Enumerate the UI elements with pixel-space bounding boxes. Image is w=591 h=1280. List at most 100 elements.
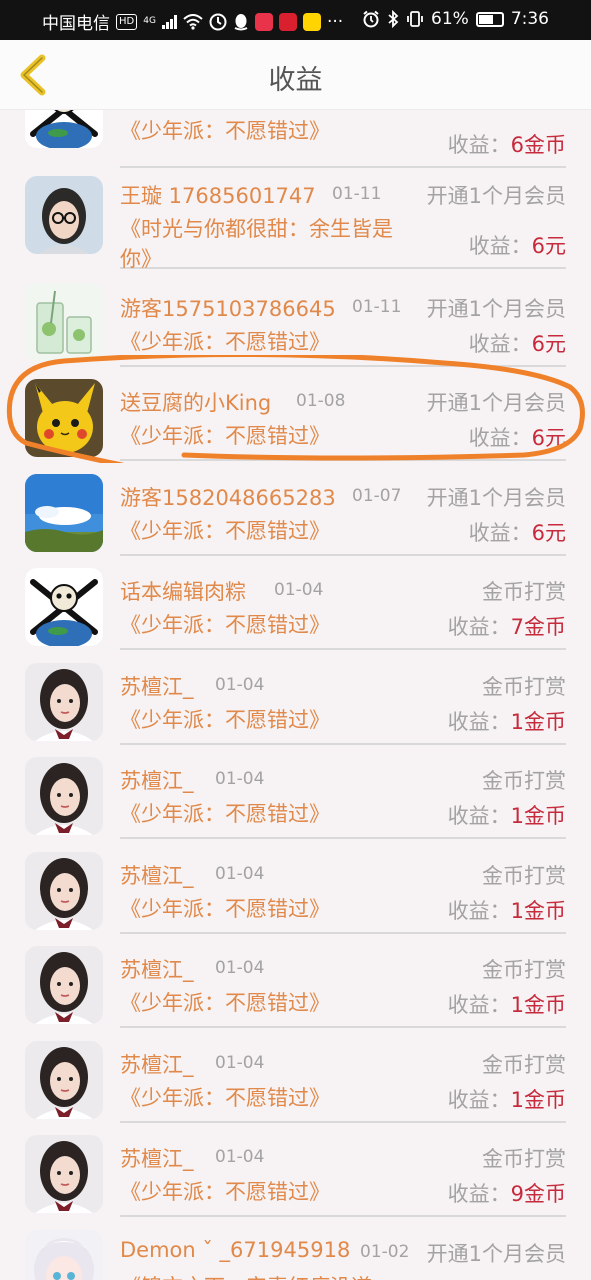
battery-icon	[475, 11, 504, 27]
sky-avatar-image	[25, 474, 103, 552]
earnings-value: 1金币	[510, 993, 566, 1017]
record-date: 01-04	[215, 769, 265, 789]
earnings: 收益：6元	[469, 517, 566, 547]
earnings: 收益：1金币	[448, 800, 566, 830]
user-name: 游客1582048665283	[120, 486, 336, 510]
book-title: 《少年派：不愿错过》	[120, 897, 330, 921]
record-date: 01-04	[215, 1147, 265, 1167]
earnings-value: 6元	[531, 332, 566, 356]
list-item[interactable]: 苏檀江_ 01-04 金币打赏 《少年派：不愿错过》 收益：1金币	[0, 1037, 591, 1123]
list-item[interactable]: Demon ˇ _671945918 01-02 开通1个月会员 《锦衣之下：安…	[0, 1226, 591, 1280]
book-title: 《少年派：不愿错过》	[120, 1180, 330, 1204]
record-content: 话本编辑肉粽 01-04 金币打赏 《少年派：不愿错过》 收益：7金币	[120, 564, 566, 650]
avatar	[25, 1230, 103, 1280]
avatar	[25, 852, 103, 930]
record-date: 01-07	[352, 486, 402, 506]
earnings: 收益：1金币	[448, 706, 566, 736]
app-icon	[278, 12, 297, 31]
earnings-label: 收益：	[447, 899, 511, 923]
earnings-label: 收益：	[468, 234, 532, 258]
avatar	[25, 110, 103, 148]
book-title: 《锦衣之下：安素红瘦没道	[120, 1272, 372, 1280]
record-type: 金币打赏	[482, 769, 566, 793]
earnings-value: 1金币	[510, 1088, 566, 1112]
record-date: 01-04	[215, 1053, 265, 1073]
record-type: 开通1个月会员	[426, 1242, 566, 1266]
list-item[interactable]: 游客1575103786645 01-11 开通1个月会员 《少年派：不愿错过》…	[0, 281, 591, 367]
earnings-label: 收益：	[447, 133, 511, 157]
earnings: 收益：6金币	[448, 129, 566, 159]
list-item[interactable]: 话本编辑肉粽 01-04 金币打赏 《少年派：不愿错过》 收益：7金币	[0, 564, 591, 650]
earnings: 收益：1金币	[448, 1084, 566, 1114]
vibrate-icon	[407, 11, 423, 27]
list-item[interactable]: 《少年派：不愿错过》 收益：6金币	[0, 110, 591, 168]
app-icon	[254, 12, 273, 31]
girl-portrait-avatar-image	[25, 663, 103, 741]
book-title: 《少年派：不愿错过》	[120, 424, 330, 448]
chat-icon	[302, 12, 321, 31]
earnings: 收益：6元	[469, 328, 566, 358]
record-content: Demon ˇ _671945918 01-02 开通1个月会员 《锦衣之下：安…	[120, 1226, 566, 1280]
avatar	[25, 757, 103, 835]
record-date: 01-04	[215, 958, 265, 978]
list-item[interactable]: 游客1582048665283 01-07 开通1个月会员 《少年派：不愿错过》…	[0, 470, 591, 556]
avatar	[25, 176, 103, 254]
record-content: 苏檀江_ 01-04 金币打赏 《少年派：不愿错过》 收益：1金币	[120, 848, 566, 934]
earnings: 收益：7金币	[448, 611, 566, 641]
signal-icon	[161, 14, 177, 29]
record-type: 开通1个月会员	[426, 486, 566, 510]
list-item[interactable]: 苏檀江_ 01-04 金币打赏 《少年派：不愿错过》 收益：1金币	[0, 659, 591, 745]
user-name: 苏檀江_	[120, 1053, 194, 1077]
nav-bar: 收益	[0, 40, 591, 110]
book-title: 《少年派：不愿错过》	[120, 1086, 330, 1110]
girl-portrait-avatar-image	[25, 1041, 103, 1119]
earnings-value: 9金币	[510, 1182, 566, 1206]
record-content: 苏檀江_ 01-04 金币打赏 《少年派：不愿错过》 收益：1金币	[120, 659, 566, 745]
record-content: 王璇 17685601747 01-11 开通1个月会员 《时光与你都很甜：余生…	[120, 168, 566, 271]
hd-icon: HD	[116, 13, 138, 30]
avatar	[25, 283, 103, 361]
record-type: 开通1个月会员	[426, 297, 566, 321]
earnings-value: 1金币	[510, 710, 566, 734]
record-date: 01-04	[215, 864, 265, 884]
record-content: 苏檀江_ 01-04 金币打赏 《少年派：不愿错过》 收益：1金币	[120, 942, 566, 1028]
record-content: 苏檀江_ 01-04 金币打赏 《少年派：不愿错过》 收益：9金币	[120, 1131, 566, 1217]
record-type: 金币打赏	[482, 958, 566, 982]
record-type: 金币打赏	[482, 1147, 566, 1171]
user-name: Demon ˇ _671945918	[120, 1238, 351, 1262]
alarm-icon	[363, 10, 379, 28]
avatar	[25, 1041, 103, 1119]
list-item[interactable]: 送豆腐的小King 01-08 开通1个月会员 《少年派：不愿错过》 收益：6元	[0, 375, 591, 461]
record-content: 《少年派：不愿错过》 收益：6金币	[120, 110, 566, 168]
earnings-value: 6元	[531, 426, 566, 450]
earnings-list[interactable]: 《少年派：不愿错过》 收益：6金币 王璇 17685601747 01-11 开…	[0, 110, 591, 1280]
earnings-value: 1金币	[510, 804, 566, 828]
user-name: 话本编辑肉粽	[120, 580, 246, 604]
carrier-label: 中国电信	[42, 14, 110, 34]
girl-portrait-avatar-image	[25, 852, 103, 930]
user-name: 苏檀江_	[120, 769, 194, 793]
list-item[interactable]: 苏檀江_ 01-04 金币打赏 《少年派：不愿错过》 收益：1金币	[0, 753, 591, 839]
drink-avatar-image	[25, 283, 103, 361]
earnings: 收益：1金币	[448, 989, 566, 1019]
status-bar: 中国电信 HD 4G ··· 61% 7:36	[0, 0, 591, 40]
qq-icon	[234, 13, 248, 30]
book-title: 《少年派：不愿错过》	[120, 330, 330, 354]
list-item[interactable]: 王璇 17685601747 01-11 开通1个月会员 《时光与你都很甜：余生…	[0, 168, 591, 271]
earnings-value: 1金币	[510, 899, 566, 923]
earnings-value: 6金币	[510, 133, 566, 157]
earth-skull-avatar-image	[25, 568, 103, 646]
earnings-value: 7金币	[510, 615, 566, 639]
more-icon: ···	[326, 11, 344, 32]
list-item[interactable]: 苏檀江_ 01-04 金币打赏 《少年派：不愿错过》 收益：1金币	[0, 942, 591, 1028]
list-item[interactable]: 苏檀江_ 01-04 金币打赏 《少年派：不愿错过》 收益：1金币	[0, 848, 591, 934]
girl-portrait-avatar-image	[25, 946, 103, 1024]
status-time: 7:36	[510, 9, 549, 29]
earnings: 收益：9金币	[448, 1178, 566, 1208]
list-item[interactable]: 苏檀江_ 01-04 金币打赏 《少年派：不愿错过》 收益：9金币	[0, 1131, 591, 1217]
record-date: 01-04	[274, 580, 324, 600]
battery-percent: 61%	[431, 9, 469, 29]
record-date: 01-08	[296, 391, 346, 411]
earnings-label: 收益：	[447, 993, 511, 1017]
earth-skull-avatar-image	[25, 110, 103, 148]
